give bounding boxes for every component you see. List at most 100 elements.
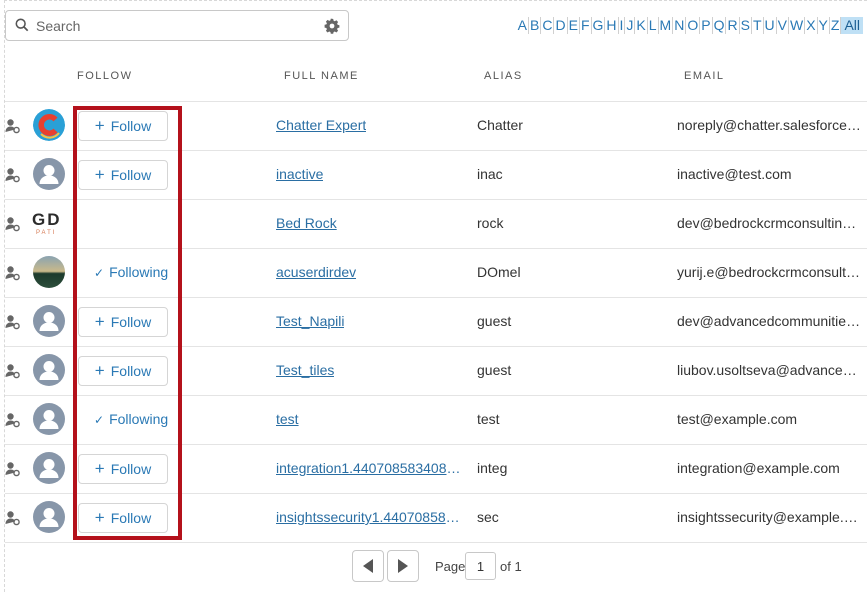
follow-button[interactable]: + Follow xyxy=(78,356,168,386)
user-email: integration@example.com xyxy=(677,460,840,476)
table-row: + Follow inactive inac inactive@test.com xyxy=(5,150,867,199)
alphabet-letter-t[interactable]: T xyxy=(752,17,764,34)
next-page-button[interactable] xyxy=(387,550,419,582)
alphabet-letter-m[interactable]: M xyxy=(659,17,674,34)
gear-icon[interactable] xyxy=(324,18,340,34)
user-email: yurij.e@bedrockcrmconsulting... xyxy=(677,264,863,280)
alphabet-letter-z[interactable]: Z xyxy=(830,17,842,34)
avatar[interactable] xyxy=(33,354,65,386)
alphabet-letter-v[interactable]: V xyxy=(777,17,789,34)
avatar[interactable] xyxy=(33,403,65,435)
avatar[interactable] xyxy=(33,256,65,288)
column-header-follow: FOLLOW xyxy=(77,70,133,82)
alphabet-letter-s[interactable]: S xyxy=(740,17,752,34)
user-email: dev@advancedcommunities.c... xyxy=(677,313,863,329)
alphabet-letter-j[interactable]: J xyxy=(625,17,636,34)
follow-button[interactable]: + Follow xyxy=(78,503,168,533)
alphabet-letter-y[interactable]: Y xyxy=(818,17,830,34)
person-pin-icon[interactable] xyxy=(5,265,21,281)
user-full-name-link[interactable]: Test_tiles xyxy=(276,362,334,378)
user-alias: sec xyxy=(477,509,499,525)
previous-page-button[interactable] xyxy=(352,550,384,582)
user-full-name-link[interactable]: Bed Rock xyxy=(276,215,337,231)
search-input[interactable] xyxy=(36,16,316,36)
follow-label: Follow xyxy=(110,314,152,330)
alphabet-letter-a[interactable]: A xyxy=(517,17,529,34)
following-toggle[interactable]: ✓ Following xyxy=(94,411,168,427)
alphabet-letter-f[interactable]: F xyxy=(580,17,592,34)
user-email: liubov.usoltseva@advancedco... xyxy=(677,362,863,378)
plus-icon: + xyxy=(94,361,105,380)
follow-button[interactable]: + Follow xyxy=(78,111,168,141)
plus-icon: + xyxy=(94,459,105,478)
alphabet-letter-i[interactable]: I xyxy=(619,17,626,34)
alphabet-letter-o[interactable]: O xyxy=(686,17,701,34)
person-silhouette-icon xyxy=(39,410,59,429)
triangle-left-icon xyxy=(363,559,373,573)
person-pin-icon[interactable] xyxy=(5,216,21,232)
plus-icon: + xyxy=(94,165,105,184)
user-full-name-link[interactable]: integration1.4407085834085... xyxy=(276,460,462,476)
column-header-email[interactable]: EMAIL xyxy=(684,70,725,82)
alphabet-letter-c[interactable]: C xyxy=(541,17,555,34)
page-number-input[interactable] xyxy=(465,552,496,580)
alphabet-letter-k[interactable]: K xyxy=(635,17,648,34)
alphabet-letter-all[interactable]: All xyxy=(841,17,863,34)
table-row: + Follow Chatter Expert Chatter noreply@chat… xyxy=(5,101,867,150)
person-pin-icon[interactable] xyxy=(5,461,21,477)
avatar[interactable] xyxy=(33,452,65,484)
person-pin-icon[interactable] xyxy=(5,314,21,330)
alphabet-letter-n[interactable]: N xyxy=(673,17,687,34)
alphabet-letter-x[interactable]: X xyxy=(805,17,818,34)
user-email: dev@bedrockcrmconsulting.co... xyxy=(677,215,863,231)
table-row: ✓ Following acuserdirdev DOmel yurij.e@bedro… xyxy=(5,248,867,297)
column-header-full-name[interactable]: FULL NAME xyxy=(284,70,359,82)
follow-label: Follow xyxy=(110,167,152,183)
user-full-name-link[interactable]: test xyxy=(276,411,299,427)
alphabet-letter-b[interactable]: B xyxy=(529,17,542,34)
person-pin-icon[interactable] xyxy=(5,510,21,526)
pagination: Page of 1 xyxy=(0,550,867,584)
alphabet-letter-w[interactable]: W xyxy=(789,17,806,34)
following-toggle[interactable]: ✓ Following xyxy=(94,264,168,280)
alphabet-letter-p[interactable]: P xyxy=(700,17,713,34)
user-full-name-link[interactable]: inactive xyxy=(276,166,323,182)
user-full-name-link[interactable]: acuserdirdev xyxy=(276,264,356,280)
alphabet-letter-q[interactable]: Q xyxy=(713,17,727,34)
avatar[interactable] xyxy=(33,501,65,533)
avatar[interactable] xyxy=(33,158,65,190)
person-pin-icon[interactable] xyxy=(5,118,21,134)
column-header-alias[interactable]: ALIAS xyxy=(484,70,523,82)
search-box[interactable] xyxy=(5,10,349,41)
alphabet-letter-d[interactable]: D xyxy=(554,17,568,34)
alphabet-letter-u[interactable]: U xyxy=(764,17,777,34)
alphabet-letter-h[interactable]: H xyxy=(605,17,619,34)
avatar[interactable] xyxy=(33,109,65,141)
table-row: GD PATI Bed Rock rock dev@bedrockcrmconsulti… xyxy=(5,199,867,248)
follow-label: Follow xyxy=(110,363,152,379)
user-alias: integ xyxy=(477,460,508,476)
user-alias: DOmel xyxy=(477,264,521,280)
alphabet-letter-g[interactable]: G xyxy=(592,17,606,34)
table-row: + Follow insightssecurity1.440708584... sec… xyxy=(5,493,867,542)
chatter-logo-icon xyxy=(33,109,65,141)
follow-button[interactable]: + Follow xyxy=(78,307,168,337)
alphabet-letter-l[interactable]: L xyxy=(648,17,659,34)
person-pin-icon[interactable] xyxy=(5,167,21,183)
plus-icon: + xyxy=(94,508,105,527)
page-count-label: of 1 xyxy=(500,559,522,574)
alphabet-letter-e[interactable]: E xyxy=(568,17,580,34)
follow-button[interactable]: + Follow xyxy=(78,454,168,484)
avatar[interactable] xyxy=(33,305,65,337)
person-pin-icon[interactable] xyxy=(5,363,21,379)
user-full-name-link[interactable]: insightssecurity1.440708584... xyxy=(276,509,462,525)
alphabet-letter-r[interactable]: R xyxy=(726,17,740,34)
user-full-name-link[interactable]: Chatter Expert xyxy=(276,117,366,133)
gd-logo[interactable]: GD xyxy=(32,211,62,228)
following-label: Following xyxy=(109,264,169,280)
user-alias: rock xyxy=(477,215,504,231)
user-full-name-link[interactable]: Test_Napili xyxy=(276,313,344,329)
person-pin-icon[interactable] xyxy=(5,412,21,428)
follow-button[interactable]: + Follow xyxy=(78,160,168,190)
user-email: noreply@chatter.salesforce.com xyxy=(677,117,863,133)
